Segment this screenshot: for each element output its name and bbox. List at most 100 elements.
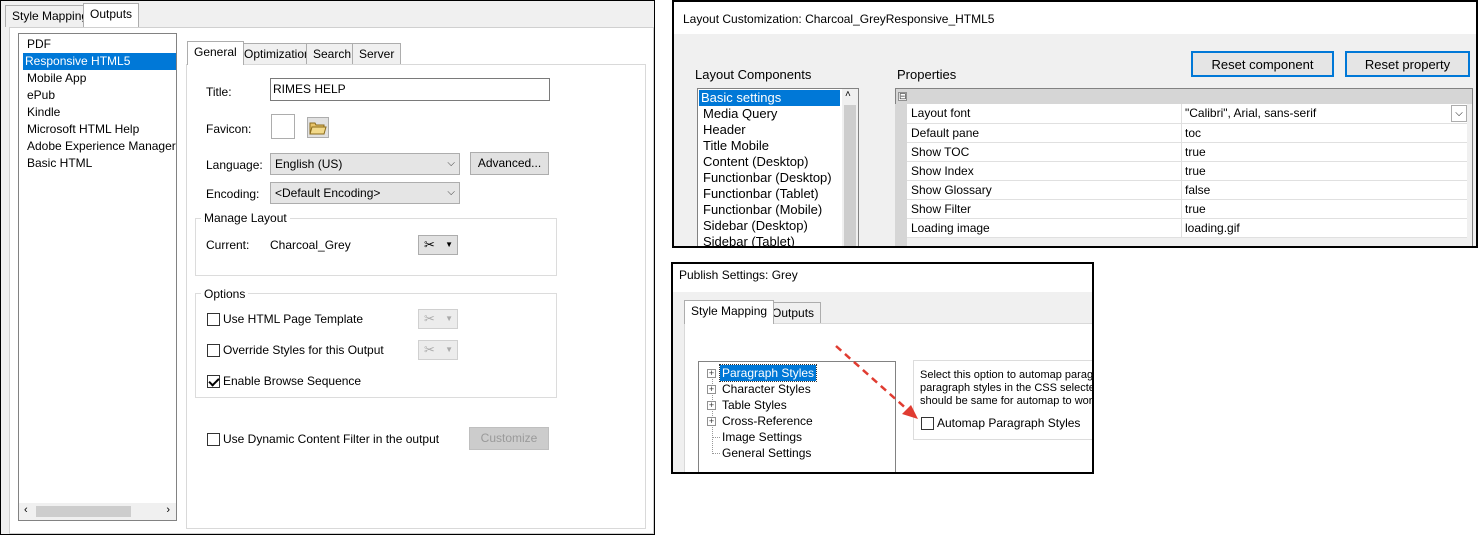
layout-components-label: Layout Components <box>695 67 812 82</box>
component-title-mobile[interactable]: Title Mobile <box>701 138 771 154</box>
property-row-show-filter[interactable]: Show Filter true <box>907 200 1467 219</box>
component-sidebar-desktop[interactable]: Sidebar (Desktop) <box>701 218 810 234</box>
component-content-desktop[interactable]: Content (Desktop) <box>701 154 811 170</box>
scroll-left-icon[interactable]: ‹ <box>24 504 28 516</box>
property-row-default-pane[interactable]: Default pane toc <box>907 124 1467 143</box>
layout-tools-button[interactable]: ✂ ▼ <box>418 235 458 255</box>
property-value: toc <box>1185 126 1202 140</box>
expand-icon[interactable]: + <box>707 401 716 410</box>
tools-icon: ✂ <box>424 342 435 357</box>
expand-icon[interactable]: + <box>707 369 716 378</box>
tree-leaf-line <box>713 437 720 438</box>
expand-icon[interactable]: + <box>707 417 716 426</box>
property-key: Show Index <box>911 164 974 178</box>
language-value: English (US) <box>275 157 343 171</box>
tools-icon: ✂ <box>424 311 435 326</box>
title-bar: Publish Settings: Grey <box>673 264 1092 292</box>
property-key: Show TOC <box>911 145 970 159</box>
options-title: Options <box>201 287 249 301</box>
scroll-thumb[interactable] <box>36 506 131 517</box>
property-divider <box>1181 181 1182 200</box>
encoding-label: Encoding: <box>206 187 260 201</box>
override-styles-label: Override Styles for this Output <box>223 343 384 357</box>
property-value: "Calibri", Arial, sans-serif <box>1185 106 1317 120</box>
tab-server[interactable]: Server <box>352 43 402 65</box>
html-template-tools-button[interactable]: ✂ ▼ <box>418 309 458 329</box>
enable-browse-checkbox[interactable] <box>207 375 220 388</box>
properties-grid-header: ⊟ <box>896 89 1472 104</box>
override-styles-tools-button[interactable]: ✂ ▼ <box>418 340 458 360</box>
property-key: Default pane <box>911 126 980 140</box>
favicon-preview <box>271 114 295 139</box>
reset-property-button[interactable]: Reset property <box>1345 51 1470 77</box>
horizontal-scrollbar[interactable]: ‹ › <box>19 503 176 520</box>
override-styles-checkbox[interactable] <box>207 344 220 357</box>
automap-checkbox[interactable] <box>921 417 934 430</box>
tree-item-general-settings[interactable]: General Settings <box>722 445 811 461</box>
language-select[interactable]: English (US) ⌵ <box>270 153 460 175</box>
scroll-right-icon[interactable]: › <box>166 504 170 516</box>
list-item-mobile-app[interactable]: Mobile App <box>25 70 88 87</box>
layout-components-list[interactable]: Basic settings Media Query Header Title … <box>697 88 859 246</box>
component-media-query[interactable]: Media Query <box>701 106 779 122</box>
property-row-show-toc[interactable]: Show TOC true <box>907 143 1467 162</box>
tab-style-mapping[interactable]: Style Mapping <box>684 300 775 324</box>
use-html-template-checkbox[interactable] <box>207 313 220 326</box>
chevron-down-icon: ⌵ <box>447 158 455 169</box>
list-item-kindle[interactable]: Kindle <box>25 104 62 121</box>
dropdown-arrow-icon: ▼ <box>445 345 453 354</box>
title-input[interactable]: RIMES HELP <box>270 78 550 101</box>
list-item-aem[interactable]: Adobe Experience Manager Mo <box>25 138 176 155</box>
property-value: true <box>1185 145 1206 159</box>
advanced-button[interactable]: Advanced... <box>470 152 549 175</box>
tree-item-paragraph-styles[interactable]: Paragraph Styles <box>718 364 818 382</box>
tab-general[interactable]: General <box>187 41 244 65</box>
component-functionbar-tablet[interactable]: Functionbar (Tablet) <box>701 186 821 202</box>
favicon-browse-button[interactable] <box>307 117 329 138</box>
folder-open-icon <box>309 122 327 135</box>
component-header[interactable]: Header <box>701 122 748 138</box>
properties-label: Properties <box>897 67 957 82</box>
property-key: Layout font <box>911 106 971 120</box>
collapse-icon[interactable]: ⊟ <box>898 92 907 101</box>
property-divider <box>1181 219 1182 238</box>
list-item-responsive-html5[interactable]: Responsive HTML5 <box>23 53 176 70</box>
tree-item-cross-reference[interactable]: Cross-Reference <box>722 413 813 429</box>
list-item-epub[interactable]: ePub <box>25 87 57 104</box>
vertical-scrollbar[interactable]: ˄ <box>842 89 858 246</box>
property-divider <box>1181 104 1182 123</box>
property-row-loading-image[interactable]: Loading image loading.gif <box>907 219 1467 238</box>
property-value: false <box>1185 183 1211 197</box>
dynamic-filter-checkbox[interactable] <box>207 433 220 446</box>
chevron-down-icon[interactable]: ⌵ <box>1451 105 1467 122</box>
list-item-pdf[interactable]: PDF <box>25 36 53 53</box>
outputs-list[interactable]: PDF Responsive HTML5 Mobile App ePub Kin… <box>18 33 177 521</box>
automap-description-3: should be same for automap to work. <box>920 395 1094 407</box>
expand-icon[interactable]: + <box>707 385 716 394</box>
tab-style-mapping[interactable]: Style Mapping <box>5 5 96 27</box>
dynamic-filter-label: Use Dynamic Content Filter in the output <box>223 432 440 446</box>
layout-window-bottom-edge <box>672 246 1478 248</box>
property-row-show-index[interactable]: Show Index true <box>907 162 1467 181</box>
encoding-select[interactable]: <Default Encoding> ⌵ <box>270 182 460 204</box>
tree-item-image-settings[interactable]: Image Settings <box>722 429 802 445</box>
tab-search[interactable]: Search <box>306 43 359 65</box>
enable-browse-label: Enable Browse Sequence <box>223 374 362 388</box>
scroll-thumb[interactable] <box>844 105 856 246</box>
dropdown-arrow-icon: ▼ <box>445 240 453 249</box>
property-row-show-glossary[interactable]: Show Glossary false <box>907 181 1467 200</box>
automap-description-1: Select this option to automap paragra <box>920 369 1094 381</box>
list-item-html-help[interactable]: Microsoft HTML Help <box>25 121 141 138</box>
component-functionbar-mobile[interactable]: Functionbar (Mobile) <box>701 202 824 218</box>
scroll-up-icon[interactable]: ˄ <box>845 89 851 100</box>
component-basic-settings[interactable]: Basic settings <box>699 90 840 106</box>
tree-item-table-styles[interactable]: Table Styles <box>722 397 787 413</box>
automap-label: Automap Paragraph Styles <box>937 416 1081 430</box>
list-item-basic-html[interactable]: Basic HTML <box>25 155 94 172</box>
tree-item-character-styles[interactable]: Character Styles <box>722 381 811 397</box>
customize-button[interactable]: Customize <box>469 427 549 450</box>
tab-outputs[interactable]: Outputs <box>83 3 140 27</box>
reset-component-button[interactable]: Reset component <box>1191 51 1334 77</box>
component-functionbar-desktop[interactable]: Functionbar (Desktop) <box>701 170 834 186</box>
property-row-layout-font[interactable]: Layout font "Calibri", Arial, sans-serif… <box>907 104 1467 124</box>
